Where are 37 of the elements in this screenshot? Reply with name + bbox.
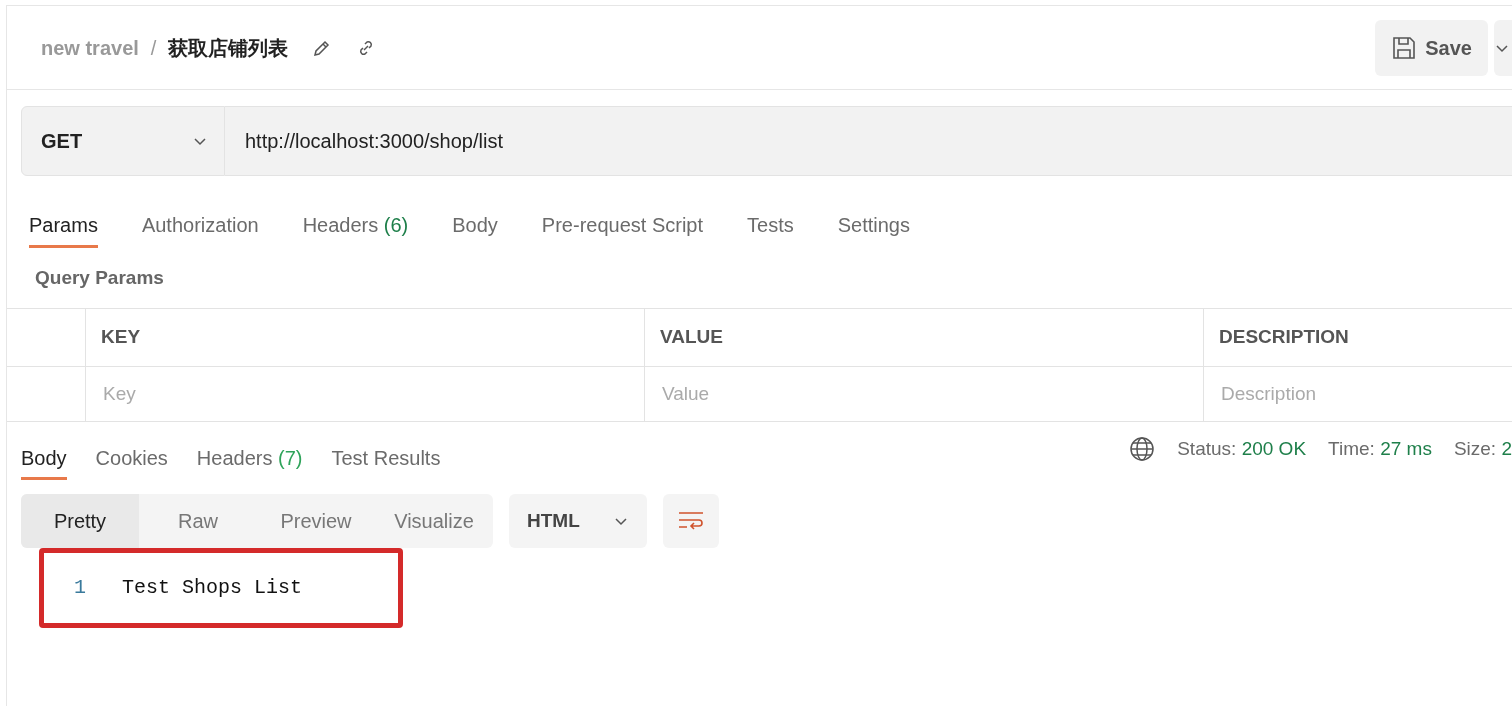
method-dropdown[interactable]: GET: [21, 106, 225, 176]
language-dropdown[interactable]: HTML: [509, 494, 647, 548]
url-field[interactable]: http://localhost:3000/shop/list: [225, 106, 1512, 176]
section-title: Query Params: [35, 265, 164, 290]
response-tab[interactable]: Headers (7): [196, 438, 303, 480]
collection-name[interactable]: new travel: [41, 32, 139, 63]
column-header: KEY: [101, 325, 141, 350]
breadcrumb-separator: /: [150, 35, 157, 61]
response-tab[interactable]: Test Results: [331, 438, 441, 480]
request-tab[interactable]: Authorization: [141, 204, 259, 248]
response-metric: Status: 200 OK: [1177, 436, 1307, 461]
request-tab[interactable]: Settings: [837, 204, 910, 248]
response-metric: Size: 2: [1453, 436, 1512, 461]
line-number: 1: [74, 575, 86, 601]
request-tab[interactable]: Params: [29, 204, 98, 248]
format-option[interactable]: Visualize: [375, 494, 493, 548]
table-input-field[interactable]: Value: [645, 367, 1204, 421]
request-name: 获取店铺列表: [168, 35, 289, 61]
request-tab[interactable]: Pre-request Script: [541, 204, 704, 248]
request-tab[interactable]: Tests: [747, 204, 794, 248]
wrap-lines-button[interactable]: [663, 494, 719, 548]
format-option[interactable]: Preview: [257, 494, 375, 548]
table-input-field[interactable]: Key: [86, 367, 645, 421]
response-tab[interactable]: Body: [21, 438, 67, 480]
table-input-field[interactable]: Description: [1204, 367, 1512, 421]
format-option[interactable]: Raw: [139, 494, 257, 548]
save-button[interactable]: Save: [1375, 19, 1488, 76]
format-option[interactable]: Pretty: [21, 494, 139, 548]
code-line: Test Shops List: [122, 575, 303, 601]
response-metric: Time: 27 ms: [1328, 436, 1432, 461]
request-tab[interactable]: Headers (6): [302, 204, 409, 248]
column-header: VALUE: [660, 325, 723, 350]
save-options-button[interactable]: [1494, 19, 1512, 76]
request-tab[interactable]: Body: [452, 204, 498, 248]
column-header: DESCRIPTION: [1219, 325, 1349, 350]
response-tab[interactable]: Cookies: [95, 438, 168, 480]
globe-icon[interactable]: [1129, 436, 1156, 462]
